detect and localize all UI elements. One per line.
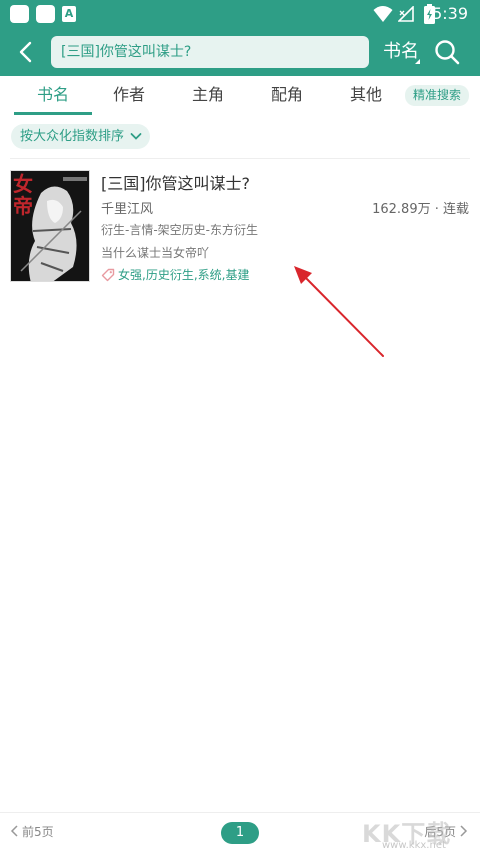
notification-icon: [36, 5, 55, 23]
current-page-button[interactable]: 1: [221, 822, 259, 844]
book-author: 千里江风: [101, 202, 154, 217]
book-title: [三国]你管这叫谋士?: [101, 174, 250, 193]
watermark-url: www.kkx.net: [382, 840, 446, 851]
clock: 5:39: [432, 4, 468, 23]
chevron-left-icon: [10, 825, 18, 837]
search-type-dropdown[interactable]: 书名: [376, 36, 426, 68]
search-input-value: [三国]你管这叫谋士?: [61, 44, 192, 60]
status-bar: A 5:39: [0, 0, 480, 28]
notification-icon: [10, 5, 29, 23]
footer-divider: [0, 812, 480, 813]
prev-pages-button[interactable]: 前5页: [10, 823, 54, 840]
precise-search-button[interactable]: 精准搜索: [405, 85, 469, 106]
tab-author[interactable]: 作者: [89, 76, 169, 116]
sort-dropdown[interactable]: 按大众化指数排序: [11, 124, 151, 149]
divider: [10, 158, 470, 159]
book-tags-text: 女强,历史衍生,系统,基建: [118, 268, 250, 282]
prev-pages-label: 前5页: [22, 825, 54, 839]
signal-icon: [398, 6, 414, 22]
book-description: 当什么谋士当女帝吖: [101, 246, 210, 260]
book-tags: 女强,历史衍生,系统,基建: [101, 266, 249, 283]
book-cover: 女帝: [10, 170, 90, 282]
cover-title: 女帝: [13, 172, 33, 218]
search-icon[interactable]: [432, 37, 462, 67]
tab-supporting-role[interactable]: 配角: [247, 76, 327, 116]
app-notification-icon: A: [62, 6, 76, 22]
tab-protagonist[interactable]: 主角: [168, 76, 248, 116]
book-categories: 衍生-言情-架空历史-东方衍生: [101, 223, 258, 237]
tag-icon: [101, 268, 115, 282]
wifi-icon: [373, 6, 393, 22]
chevron-down-icon: [130, 133, 142, 140]
search-input[interactable]: [三国]你管这叫谋士?: [51, 36, 369, 68]
book-result-item[interactable]: 女帝 [三国]你管这叫谋士? 千里江风 162.89万 · 连载 衍生-言情-架…: [0, 160, 480, 288]
book-word-count-status: 162.89万 · 连载: [372, 202, 469, 217]
tab-other[interactable]: 其他: [326, 76, 406, 116]
tab-book-name[interactable]: 书名: [13, 76, 93, 116]
search-type-tabs: 书名 作者 主角 配角 其他 精准搜索: [0, 76, 480, 116]
active-tab-indicator: [14, 112, 92, 115]
annotation-arrow-icon: [294, 266, 384, 357]
sort-label: 按大众化指数排序: [20, 129, 125, 144]
search-type-label: 书名: [383, 41, 419, 62]
dropdown-corner-icon: [415, 59, 420, 64]
kkx-watermark-logo: KK下载 www.kkx.net: [362, 814, 478, 852]
search-header: [三国]你管这叫谋士? 书名: [0, 28, 480, 76]
back-arrow-icon[interactable]: [12, 38, 40, 66]
